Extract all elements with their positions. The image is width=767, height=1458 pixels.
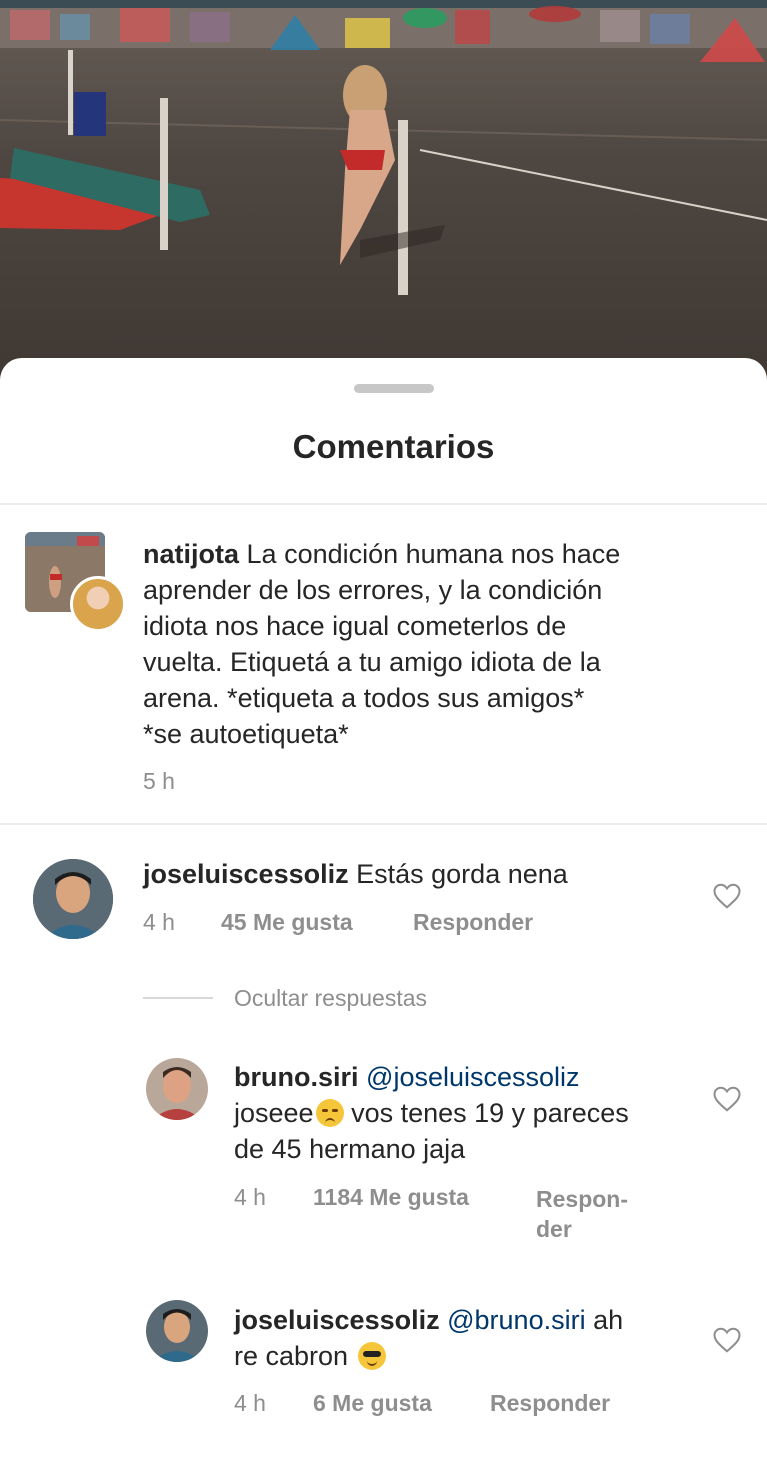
heart-outline-icon[interactable] — [712, 882, 742, 910]
comments-sheet — [0, 358, 767, 1458]
reply-button[interactable]: Responder — [413, 909, 533, 936]
divider — [0, 503, 767, 505]
caption-username[interactable]: natijota — [143, 539, 239, 569]
reply-likes[interactable]: 1184 Me gusta — [313, 1184, 469, 1211]
divider — [0, 823, 767, 825]
reply-body: re cabron — [234, 1341, 349, 1371]
caption-line: vuelta. Etiquetá a tu amigo idiota de la — [143, 647, 601, 677]
comment-likes[interactable]: 45 Me gusta — [221, 909, 353, 936]
caption-line: arena. *etiqueta a todos sus amigos* — [143, 683, 585, 713]
drag-handle[interactable] — [354, 384, 434, 393]
avatar-face — [146, 1058, 208, 1120]
reply-body: vos tenes 19 y pareces — [343, 1098, 629, 1128]
comment-body: Estás gorda nena — [356, 859, 568, 889]
comment-text: joseluiscessoliz Estás gorda nena — [143, 856, 568, 892]
reply-time: 4 h — [234, 1390, 266, 1416]
heart-outline-icon[interactable] — [712, 1085, 742, 1113]
avatar-face — [146, 1300, 208, 1362]
author-avatar[interactable] — [70, 576, 126, 632]
post-photo — [0, 0, 767, 380]
reply-mention[interactable]: @joseluiscessoliz — [366, 1062, 579, 1092]
reply-time: 4 h — [234, 1184, 266, 1210]
caption-line: La condición humana nos hace — [246, 539, 621, 569]
reply-button[interactable]: Respon- der — [536, 1184, 628, 1244]
reply-text: joseluiscessoliz @bruno.siri ah re cabro… — [234, 1302, 704, 1374]
sheet-title: Comentarios — [292, 428, 495, 465]
reply-button-label: Respon- — [536, 1186, 628, 1212]
avatar-face — [33, 859, 113, 939]
caption-line: aprender de los errores, y la condición — [143, 575, 603, 605]
beach-photo-illustration — [0, 0, 767, 295]
caption-time: 5 h — [143, 768, 175, 794]
hide-replies-line — [143, 997, 213, 999]
reply-text: bruno.siri @joseluiscessoliz joseee vos … — [234, 1059, 704, 1167]
heart-outline-icon[interactable] — [712, 1326, 742, 1354]
reply-mention[interactable]: @bruno.siri — [447, 1305, 585, 1335]
reply-body: ah — [585, 1305, 624, 1335]
caption-line: idiota nos hace igual cometerlos de — [143, 611, 567, 641]
caption-line: *se autoetiqueta* — [143, 719, 349, 749]
commenter-avatar[interactable] — [33, 859, 113, 939]
hide-replies-button[interactable]: Ocultar respuestas — [234, 985, 427, 1012]
reply-likes[interactable]: 6 Me gusta — [313, 1390, 432, 1417]
replier-avatar[interactable] — [146, 1058, 208, 1120]
reply-button-label: der — [536, 1216, 572, 1242]
reply-button[interactable]: Responder — [490, 1390, 610, 1417]
comment-time: 4 h — [143, 909, 175, 935]
reply-username[interactable]: bruno.siri — [234, 1062, 359, 1092]
comment-username[interactable]: joseluiscessoliz — [143, 859, 349, 889]
sunglasses-face-emoji — [357, 1342, 386, 1370]
reply-body: joseee — [234, 1098, 314, 1128]
caption-text: natijota La condición humana nos hace ap… — [143, 536, 743, 752]
reply-body: de 45 hermano jaja — [234, 1134, 466, 1164]
reply-username[interactable]: joseluiscessoliz — [234, 1305, 440, 1335]
replier-avatar[interactable] — [146, 1300, 208, 1362]
unamused-face-emoji — [315, 1099, 344, 1127]
